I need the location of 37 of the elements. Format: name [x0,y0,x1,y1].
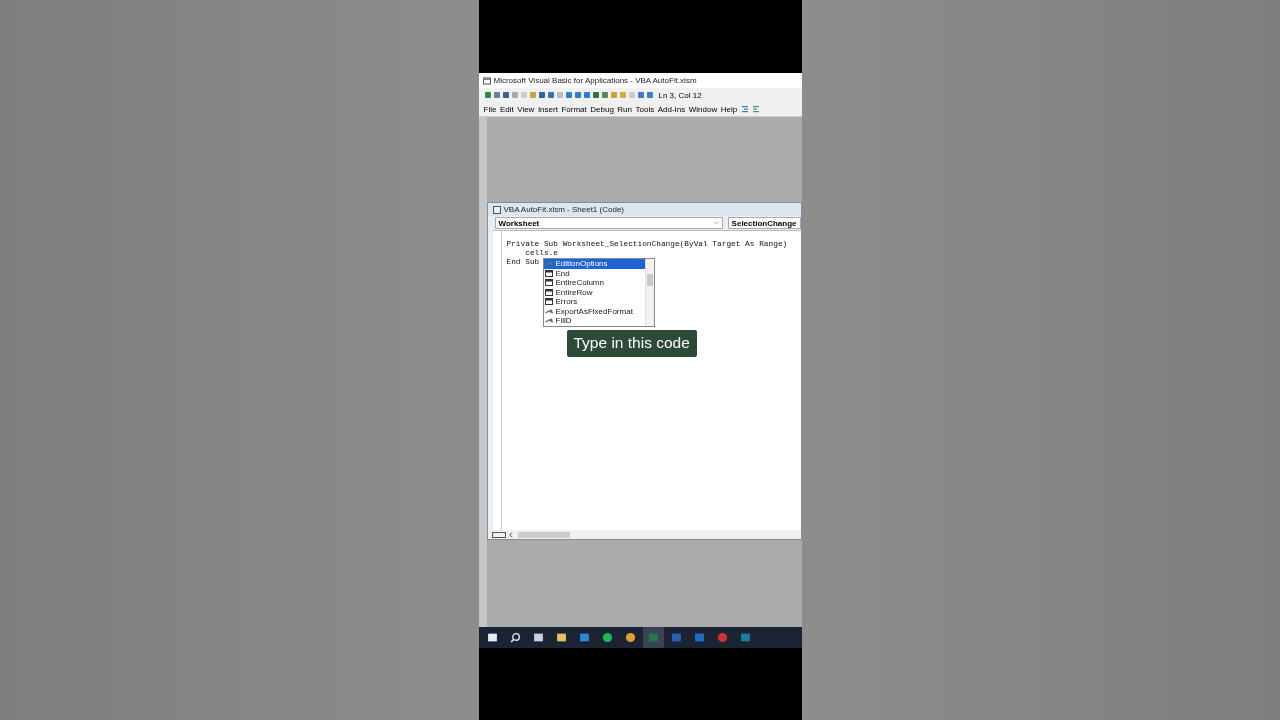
menu-item[interactable]: Edit [499,104,514,114]
code-window-icon [492,205,501,214]
autocomplete-item[interactable]: Errors [543,297,645,307]
app-icon[interactable] [739,632,751,643]
method-icon [544,307,554,315]
indent-icon[interactable] [740,105,749,113]
menu-item[interactable]: Debug [590,104,614,114]
autocomplete-item[interactable]: End [543,268,645,278]
autocomplete-item[interactable]: FillD [543,316,645,326]
search-icon[interactable] [509,632,521,643]
chevron-icon [713,221,719,225]
menu-item[interactable]: Help [720,104,738,114]
code-window-title: VBA AutoFit.xlsm - Sheet1 (Code) [503,205,624,214]
method-icon [544,317,554,325]
menu-item[interactable]: File [483,104,497,114]
window-title: Microsoft Visual Basic for Applications - VBA AutoFit.xlsm [493,76,697,85]
cursor-position: Ln 3, Col 12 [658,90,702,100]
autocomplete-item[interactable]: EditionOptions [543,259,645,269]
autocomplete-item[interactable]: EntireRow [543,287,645,297]
autocomplete-item[interactable]: EntireColumn [543,278,645,288]
app-icon [482,76,491,85]
menu-item[interactable]: Insert [537,104,558,114]
menu-item[interactable]: Window [688,104,718,114]
method-icon [544,260,554,268]
autocomplete-item[interactable]: ExportAsFixedFormat [543,306,645,316]
menu-item[interactable]: Add-Ins [657,104,686,114]
view-toggle-icon[interactable] [491,531,506,538]
scrollbar[interactable] [517,531,570,538]
menu-item[interactable]: Run [617,104,632,114]
procedure-dropdown[interactable]: SelectionChange [727,217,801,229]
menu-item[interactable]: Format [561,104,587,114]
object-dropdown[interactable]: Worksheet [494,217,723,229]
scrollbar[interactable] [644,259,654,326]
outdent-icon[interactable] [752,105,761,113]
menu-item[interactable]: View [517,104,535,114]
menu-item[interactable]: Tools [635,104,655,114]
caption: Type in this code [566,330,697,357]
